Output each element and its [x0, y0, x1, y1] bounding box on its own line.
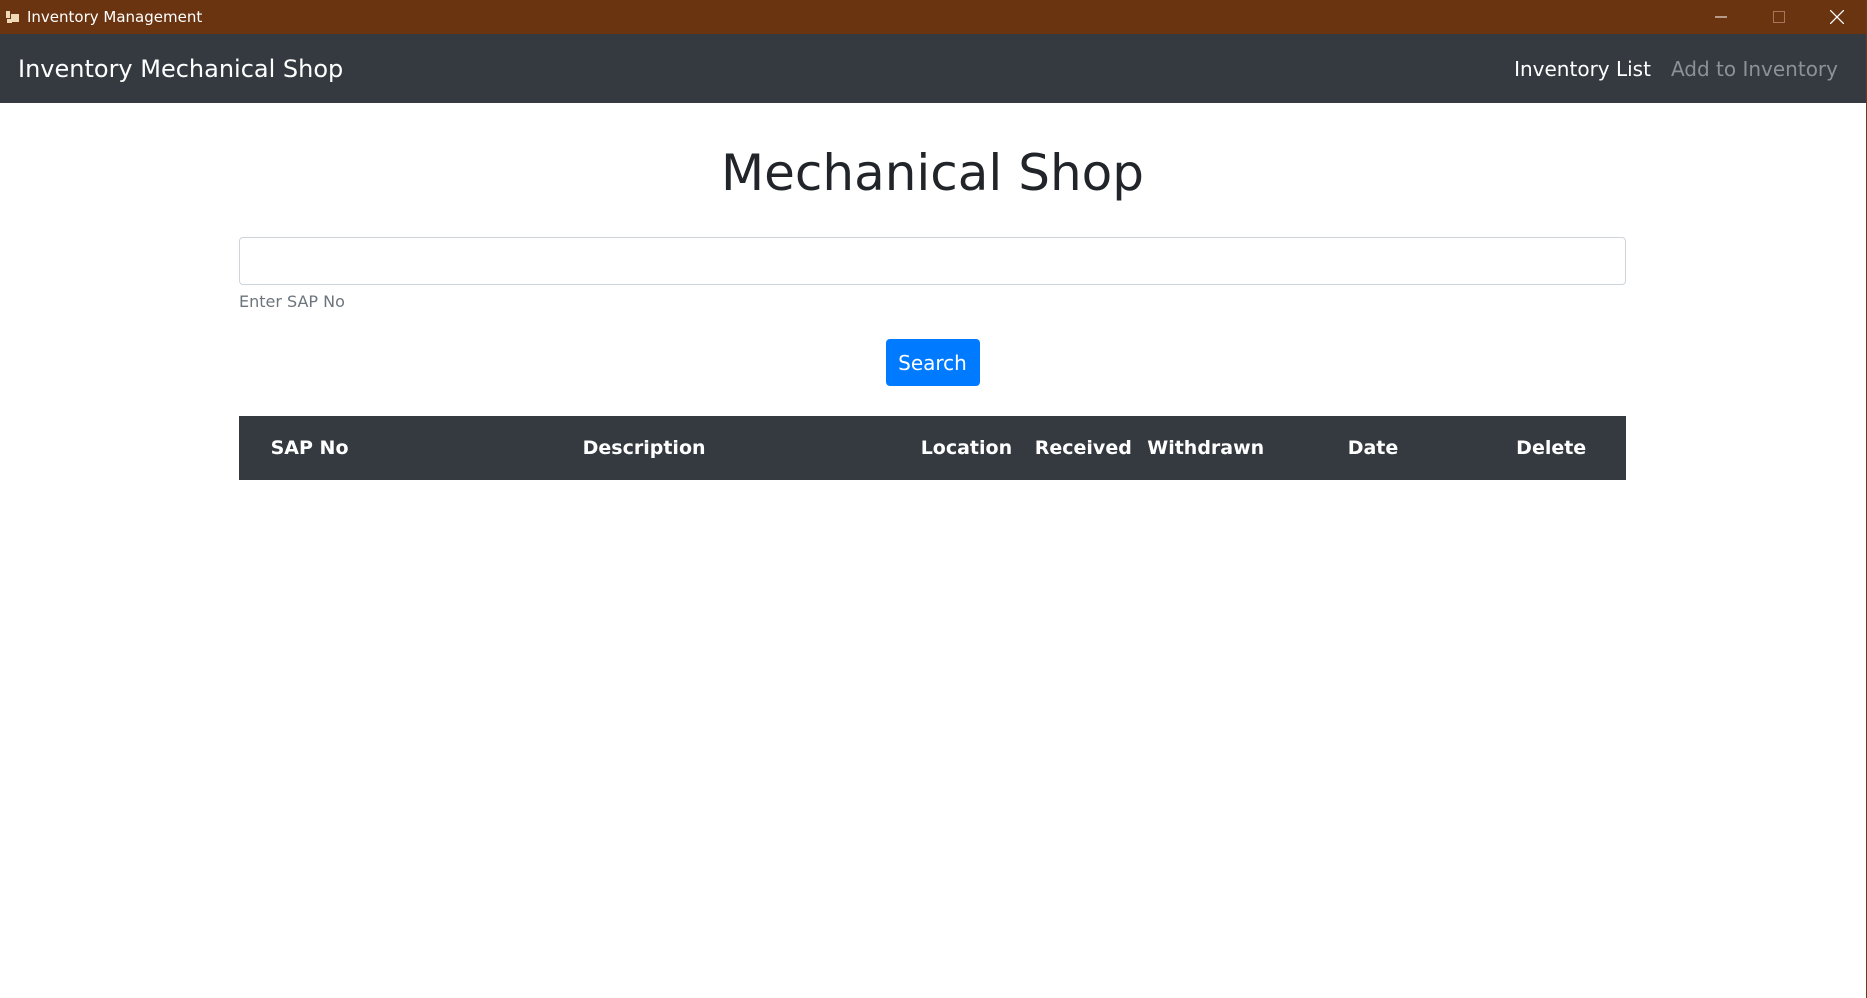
window-controls — [1692, 0, 1866, 34]
column-header-delete: Delete — [1516, 437, 1587, 459]
inventory-table: SAP No Description Location Received Wit… — [239, 416, 1626, 480]
maximize-button[interactable] — [1750, 0, 1808, 34]
nav-links: Inventory List Add to Inventory — [1514, 57, 1838, 81]
column-header-location: Location — [920, 437, 1013, 459]
navbar: Inventory Mechanical Shop Inventory List… — [0, 34, 1866, 103]
search-button-wrap: Search — [239, 339, 1626, 386]
navbar-brand[interactable]: Inventory Mechanical Shop — [18, 55, 343, 83]
minimize-button[interactable] — [1692, 0, 1750, 34]
search-helper-text: Enter SAP No — [239, 292, 345, 311]
main-content: Mechanical Shop Enter SAP No Search SAP … — [239, 143, 1626, 480]
close-button[interactable] — [1808, 0, 1866, 34]
column-header-date: Date — [1347, 437, 1399, 459]
title-bar: Inventory Management — [0, 0, 1866, 34]
window-title: Inventory Management — [27, 8, 203, 26]
close-icon — [1830, 10, 1844, 24]
table-header-row: SAP No Description Location Received Wit… — [239, 416, 1626, 480]
page-title: Mechanical Shop — [721, 144, 1144, 202]
minimize-icon — [1715, 16, 1727, 18]
maximize-icon — [1773, 11, 1785, 23]
app-icon — [5, 9, 21, 25]
column-header-description: Description — [582, 437, 706, 459]
column-header-withdrawn: Withdrawn — [1147, 437, 1265, 459]
table-header: SAP No Description Location Received Wit… — [239, 416, 1626, 480]
app-window: Inventory Management Inventory Mechanica… — [0, 0, 1867, 998]
column-header-received: Received — [1034, 437, 1132, 459]
sap-search-input[interactable] — [239, 237, 1626, 285]
nav-link-inventory-list[interactable]: Inventory List — [1514, 57, 1651, 81]
search-button[interactable]: Search — [885, 339, 980, 386]
column-header-sap-no: SAP No — [270, 437, 349, 459]
nav-link-add-to-inventory[interactable]: Add to Inventory — [1671, 57, 1838, 81]
